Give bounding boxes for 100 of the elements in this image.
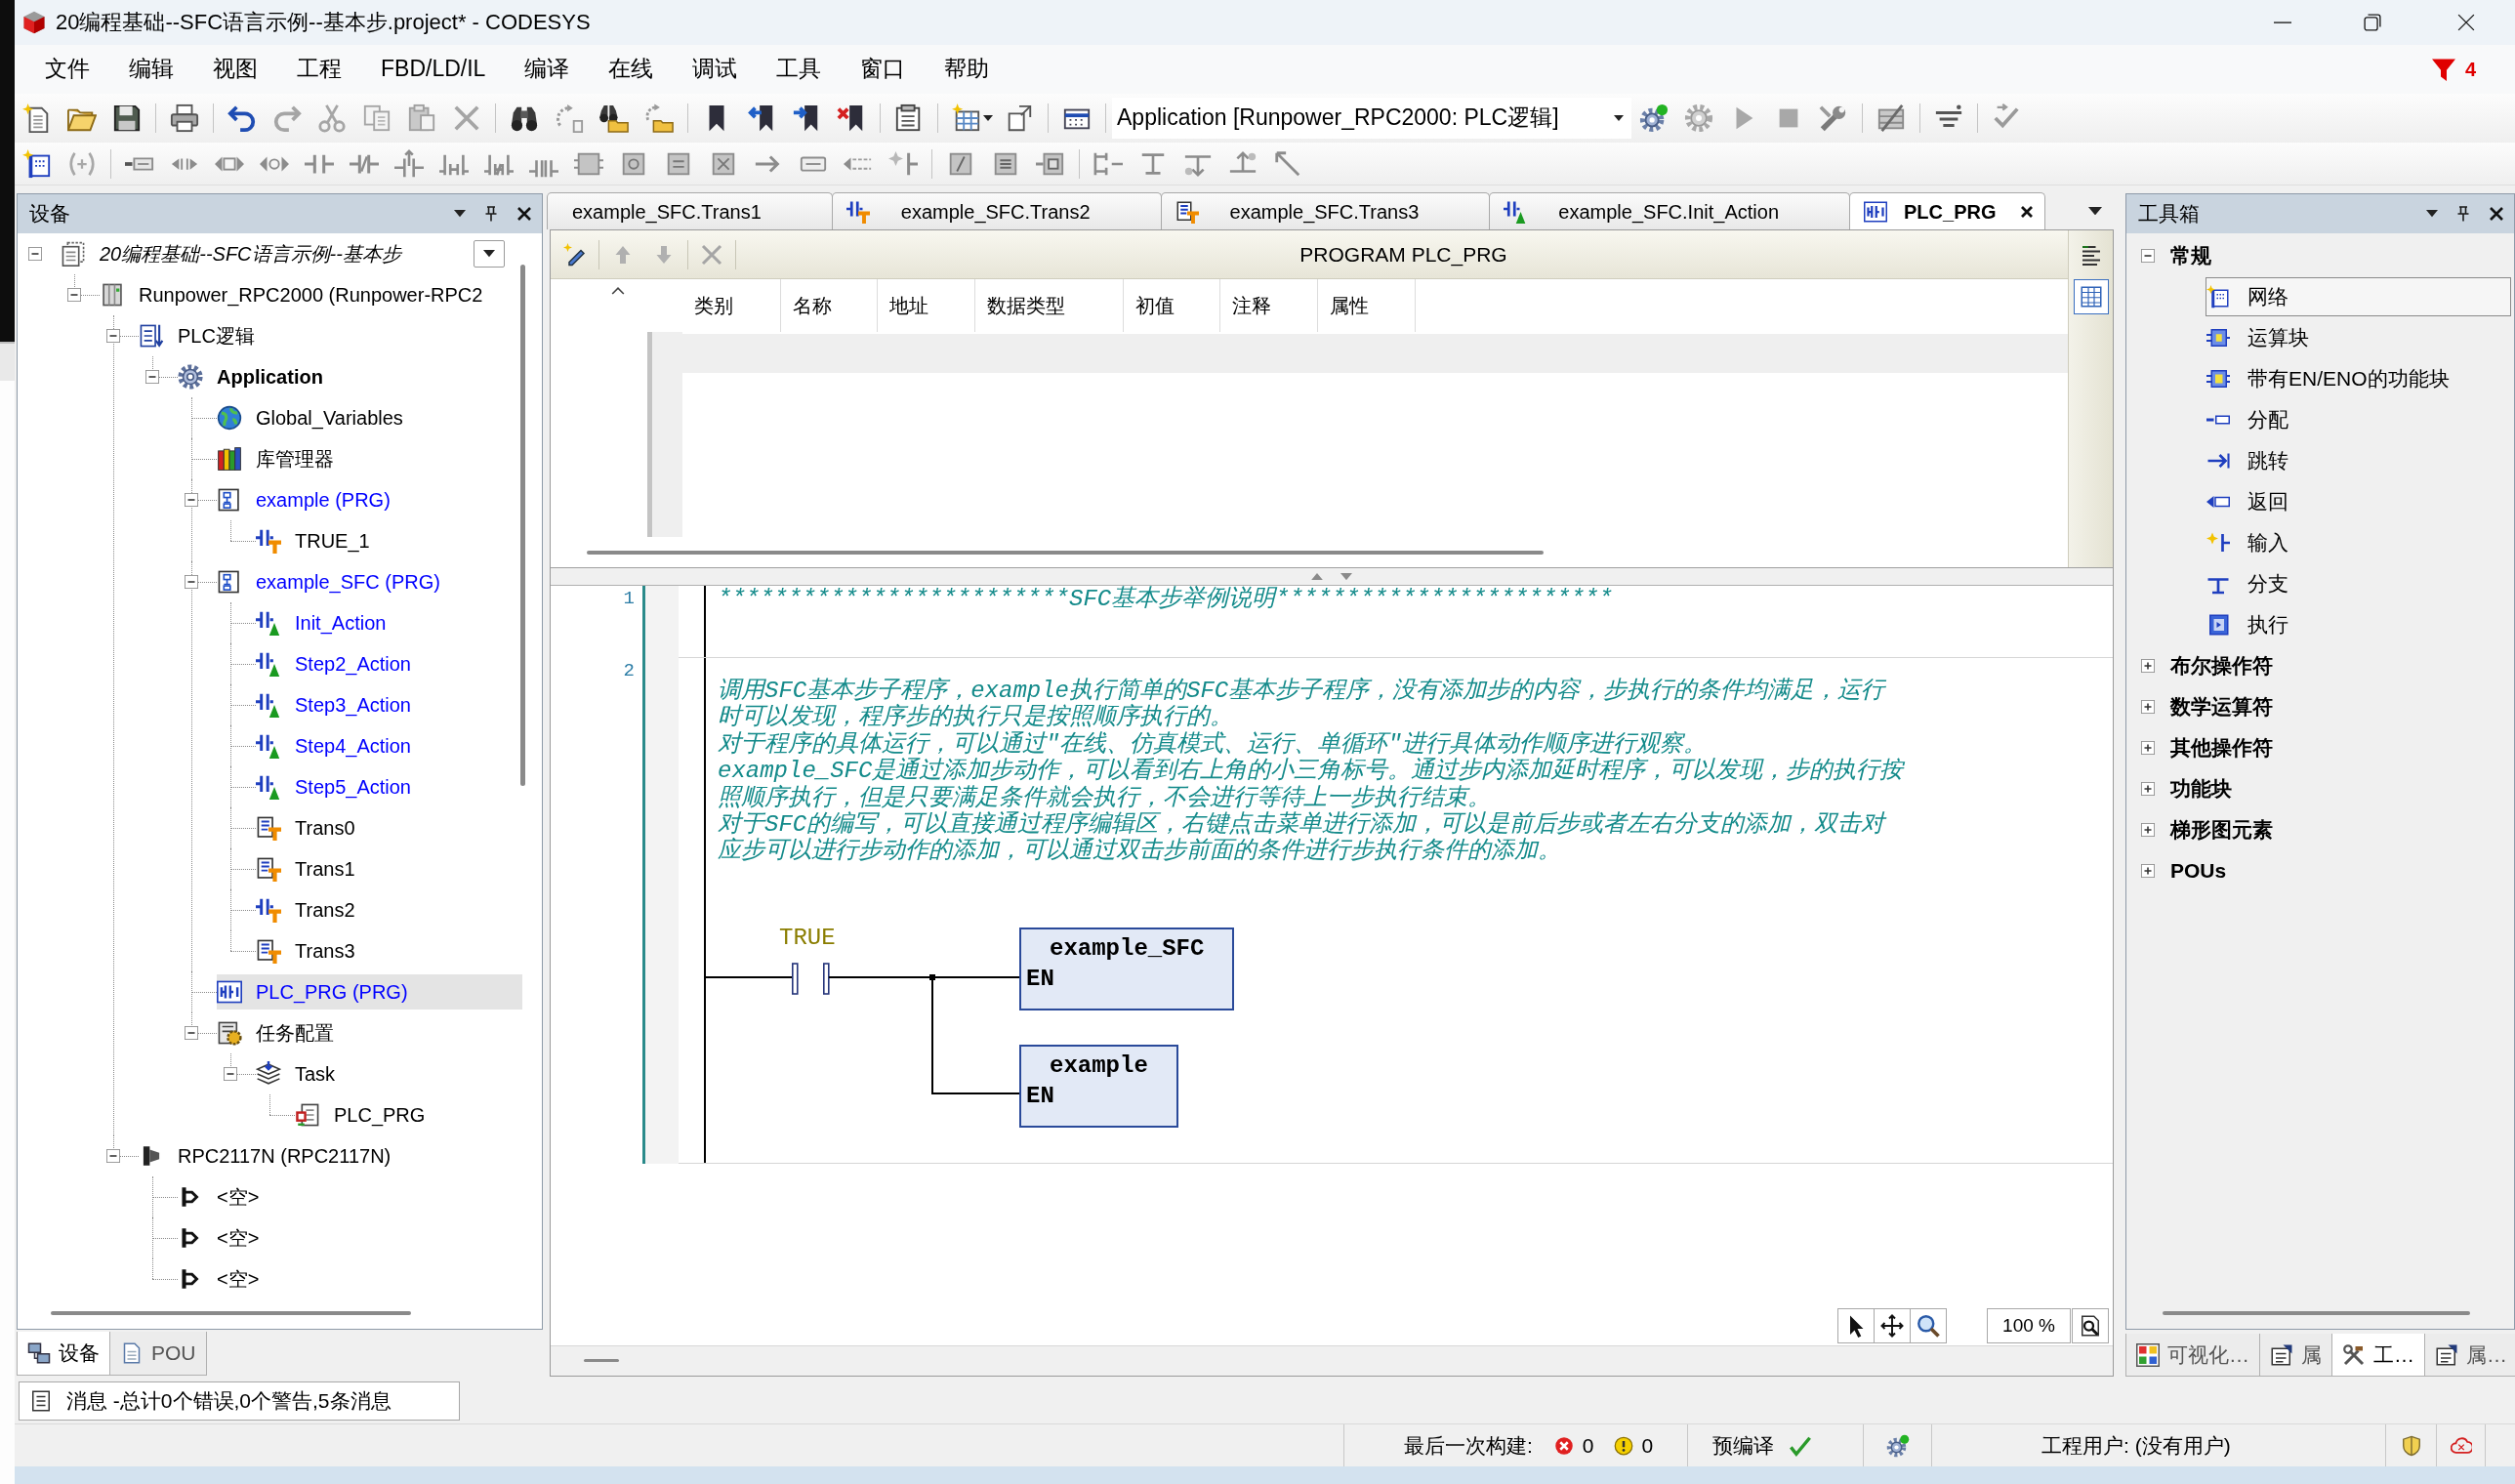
editor-tab[interactable]: example_SFC.Trans2 [831,192,1162,229]
dotted-arrow-icon[interactable] [555,103,584,133]
caret-icon[interactable] [983,115,993,121]
plus-box-icon[interactable] [2141,782,2155,796]
minus-box-icon[interactable] [106,1149,120,1163]
toolbox-item[interactable]: 分配 [2206,400,2295,439]
minus-box-icon[interactable] [106,329,120,343]
menu-item[interactable]: 工具 [757,52,842,87]
cloud-icon[interactable] [2450,1434,2472,1457]
plus-box-icon[interactable] [2141,659,2155,673]
tree-item[interactable]: Step4_Action [256,728,417,763]
menu-item[interactable]: 视图 [193,52,277,87]
tool-button[interactable] [1837,1308,1875,1343]
tool-button[interactable] [1910,1308,1947,1343]
tree-item[interactable]: Task [256,1056,342,1092]
toolbox-item[interactable]: 跳转 [2206,441,2295,480]
column-header[interactable]: 地址 [878,279,975,332]
plus-box-icon[interactable] [2141,741,2155,755]
slashed-grid-icon[interactable] [1876,103,1906,133]
panel-tab[interactable]: 工… [2331,1334,2425,1377]
column-header[interactable]: 数据类型 [975,279,1124,332]
maximize-icon[interactable] [2364,14,2381,31]
tree-item[interactable]: Runpower_RPC2000 (Runpower-RPC2 [100,277,489,312]
tree-item[interactable]: example_SFC (PRG) [217,564,446,599]
editor-tab[interactable]: PLC_PRG [1849,192,2046,229]
toolbox-group[interactable]: 梯形图元素 [2170,817,2273,843]
minus-box-icon[interactable] [185,1026,198,1040]
menu-item[interactable]: 工程 [277,52,361,87]
menu-item[interactable]: 编译 [505,52,590,87]
tree-item[interactable]: Trans1 [256,851,361,886]
tree-item[interactable]: 20编程基础--SFC语言示例--基本步 [61,236,407,271]
panel-tab[interactable]: 属 [2259,1334,2332,1377]
toolbox-item[interactable]: 网络 [2206,277,2511,316]
save-icon[interactable] [112,103,142,133]
scrollbar-thumb[interactable] [2163,1311,2470,1315]
tree-item[interactable]: Step5_Action [256,769,417,804]
caret-icon[interactable] [454,210,466,218]
toolbox-item[interactable]: 返回 [2206,482,2295,521]
tree-item[interactable]: example (PRG) [217,482,396,517]
dotted-arrow-folder-icon[interactable] [644,103,674,133]
toolbox-item[interactable]: 分支 [2206,564,2295,603]
sort-caret-icon[interactable] [611,287,625,296]
application-selector[interactable]: Application [Runpower_RPC2000: PLC逻辑] [1112,98,1631,139]
tree-item[interactable]: <空> [178,1261,266,1297]
close-icon[interactable] [2489,206,2504,222]
down-triangle-icon[interactable] [1340,572,1352,581]
menu-item[interactable]: 文件 [25,52,109,87]
tree-item[interactable]: 任务配置 [217,1015,340,1051]
minimize-icon[interactable] [2274,21,2291,24]
close-icon[interactable] [2457,14,2475,31]
plus-box-icon[interactable] [2141,864,2155,878]
editor-tab[interactable]: example_SFC.Trans1 [547,192,833,229]
contact-symbol[interactable] [792,963,830,995]
toolbox-item[interactable]: 带有EN/ENO的功能块 [2206,359,2456,398]
rising-edge-contact-icon[interactable] [394,148,424,179]
toolbox-item[interactable]: 执行 [2206,605,2295,644]
tree-item[interactable]: PLC逻辑 [139,318,261,353]
menu-item[interactable]: 窗口 [841,52,926,87]
minus-box-icon[interactable] [224,1067,237,1081]
tree-item[interactable]: 库管理器 [217,441,340,476]
up-triangle-icon[interactable] [1311,572,1323,581]
minus-box-icon[interactable] [145,370,159,384]
tree-item[interactable]: <空> [178,1179,266,1215]
table-view-button[interactable] [2073,279,2109,314]
menu-item[interactable]: 帮助 [925,52,1010,87]
panel-tab[interactable]: 可视化… [2125,1334,2260,1377]
toolbox-item[interactable]: 输入 [2206,523,2295,562]
toolbox-item[interactable]: 运算块 [2206,318,2316,357]
tree-item[interactable]: Trans0 [256,810,361,845]
caret-icon[interactable] [2426,210,2438,218]
close-icon[interactable] [2019,203,2036,220]
gear-icon[interactable] [1639,103,1669,133]
toolbox-group[interactable]: 数学运算符 [2170,694,2273,720]
tree-item[interactable]: Step3_Action [256,687,417,722]
undo-icon[interactable] [227,103,257,133]
tree-item[interactable]: PLC_PRG (PRG) [217,974,522,1010]
shield-icon[interactable] [2400,1434,2422,1457]
zoom-field[interactable]: 100 % [1987,1308,2071,1343]
minus-box-icon[interactable] [28,247,42,261]
wrench-icon[interactable] [1819,103,1848,133]
scrollbar-thumb[interactable] [51,1311,411,1315]
close-icon[interactable] [516,206,532,222]
plus-box-icon[interactable] [2141,823,2155,837]
column-header[interactable]: 类别 [682,279,781,332]
tree-item[interactable]: TRUE_1 [256,523,376,558]
panel-tab[interactable]: 属… [2424,1334,2515,1377]
tree-item[interactable]: Trans3 [256,933,361,969]
gear-icon[interactable] [1684,103,1713,133]
pin-icon[interactable] [483,206,499,222]
tool-button[interactable] [1874,1308,1911,1343]
tree-item[interactable]: Trans2 [256,892,361,928]
panel-tab[interactable]: 设备 [17,1332,110,1376]
toolbox-group[interactable]: 其他操作符 [2170,735,2273,761]
menu-item[interactable]: FBD/LD/IL [361,52,506,87]
column-header[interactable]: 名称 [781,279,878,332]
print-icon[interactable] [170,103,199,133]
toolbox-group[interactable]: 功能块 [2170,776,2232,802]
toolbox-group[interactable]: POUs [2170,858,2227,884]
function-block[interactable]: example_SFC EN [1019,927,1235,1010]
plus-box-icon[interactable] [2141,700,2155,714]
